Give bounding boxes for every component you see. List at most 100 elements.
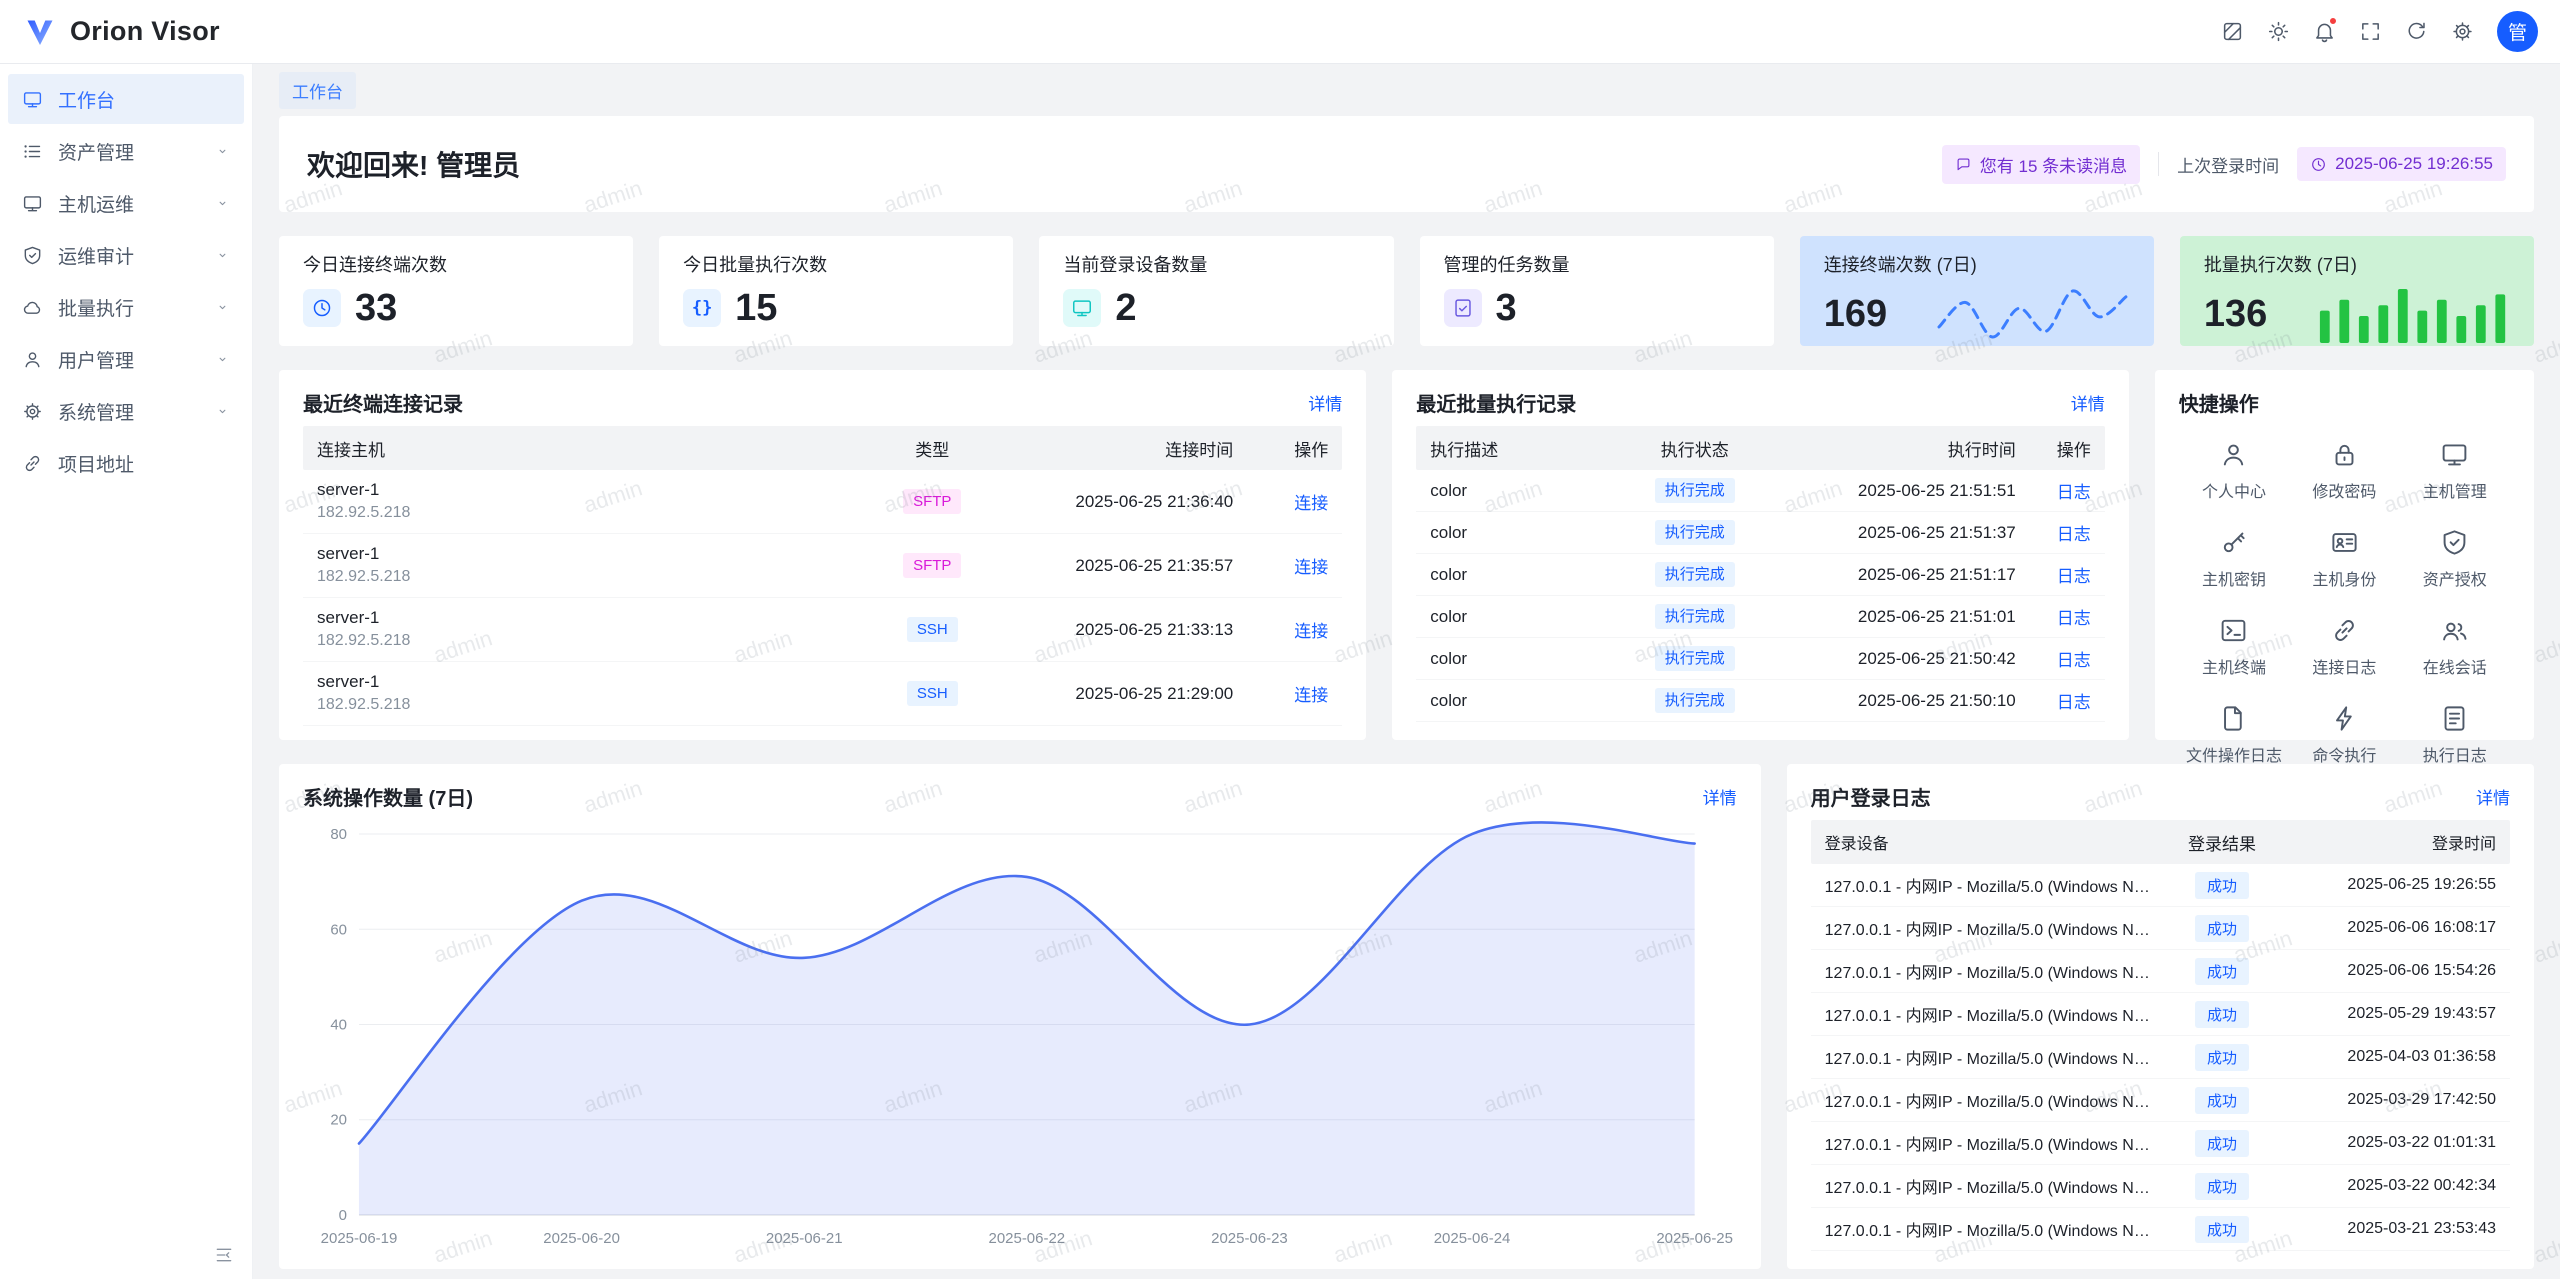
quick-action-host-key[interactable]: 主机密钥 (2179, 528, 2289, 590)
quick-action-file-operation-log[interactable]: 文件操作日志 (2179, 704, 2289, 766)
sidebar-item-project-url[interactable]: 项目地址 (8, 438, 244, 488)
stat-label: 当前登录设备数量 (1063, 251, 1369, 277)
fullscreen-icon[interactable] (2349, 11, 2391, 53)
detail-link[interactable]: 详情 (2071, 390, 2105, 415)
column-header: 登录时间 (2278, 830, 2510, 854)
exec-time: 2025-06-25 21:51:37 (1780, 523, 2030, 543)
cloud-icon (22, 297, 43, 318)
unread-messages-badge[interactable]: 您有 15 条未读消息 (1942, 145, 2140, 184)
spark-line-chart (1935, 285, 2130, 343)
login-device: 127.0.0.1 - 内网IP - Mozilla/5.0 (Windows … (1811, 1045, 2166, 1069)
stat-value: 136 (2204, 295, 2267, 333)
exec-description: color (1416, 607, 1610, 627)
login-result-badge: 成功 (2195, 1044, 2249, 1071)
login-time: 2025-05-29 19:43:57 (2278, 1005, 2510, 1023)
connect-link[interactable]: 连接 (1294, 622, 1328, 641)
log-link[interactable]: 日志 (2057, 693, 2091, 712)
login-time: 2025-03-29 17:42:50 (2278, 1091, 2510, 1109)
stat-label: 管理的任务数量 (1444, 251, 1750, 277)
detail-link[interactable]: 详情 (1703, 784, 1737, 809)
sidebar-item-workbench[interactable]: 工作台 (8, 74, 244, 124)
quick-action-host-management[interactable]: 主机管理 (2400, 440, 2510, 502)
quick-action-change-password[interactable]: 修改密码 (2289, 440, 2399, 502)
quick-action-execution-log[interactable]: 执行日志 (2400, 704, 2510, 766)
table-row: 127.0.0.1 - 内网IP - Mozilla/5.0 (Windows … (1811, 1036, 2510, 1079)
exec-description: color (1416, 691, 1610, 711)
card-title: 系统操作数量 (7日) (303, 782, 473, 811)
exec-time: 2025-06-25 21:50:42 (1780, 649, 2030, 669)
host-name: server-1 (317, 670, 858, 694)
stat-value: 33 (355, 289, 397, 327)
message-icon (1955, 156, 1972, 173)
avatar[interactable]: 管 (2497, 11, 2538, 52)
quick-action-command-execution[interactable]: 命令执行 (2289, 704, 2399, 766)
login-time: 2025-06-25 19:26:55 (2278, 876, 2510, 894)
quick-action-online-session[interactable]: 在线会话 (2400, 616, 2510, 678)
log-link[interactable]: 日志 (2057, 567, 2091, 586)
log-link[interactable]: 日志 (2057, 609, 2091, 628)
last-login-label: 上次登录时间 (2177, 152, 2279, 177)
svg-text:40: 40 (330, 1017, 347, 1034)
gear-icon[interactable] (2441, 11, 2483, 53)
table-row: 127.0.0.1 - 内网IP - Mozilla/5.0 (Windows … (1811, 1208, 2510, 1251)
area-chart: 0204060802025-06-192025-06-202025-06-212… (303, 818, 1737, 1253)
stat-card: 管理的任务数量 3 (1420, 236, 1774, 346)
log-link[interactable]: 日志 (2057, 651, 2091, 670)
svg-text:2025-06-21: 2025-06-21 (766, 1230, 843, 1247)
theme-icon[interactable] (2211, 11, 2253, 53)
spark-bars-chart (2315, 285, 2510, 343)
login-result-badge: 成功 (2195, 872, 2249, 899)
breadcrumb-item-workbench[interactable]: 工作台 (279, 72, 356, 109)
table-row: color 执行完成 2025-06-25 21:51:17 日志 (1416, 554, 2105, 596)
monitor-icon (22, 193, 43, 214)
breadcrumb: 工作台 (279, 64, 2534, 116)
svg-text:2025-06-22: 2025-06-22 (988, 1230, 1065, 1247)
sidebar-item-system-management[interactable]: 系统管理 (8, 386, 244, 436)
exec-time: 2025-06-25 21:50:10 (1780, 691, 2030, 711)
main-content: adminadminadminadminadminadminadminadmin… (253, 64, 2560, 1279)
quick-action-host-terminal[interactable]: 主机终端 (2179, 616, 2289, 678)
divider (2158, 152, 2159, 176)
login-result-badge: 成功 (2195, 1173, 2249, 1200)
log-link[interactable]: 日志 (2057, 525, 2091, 544)
clock-icon (2310, 156, 2327, 173)
idcard-icon (2330, 528, 2359, 557)
sun-icon[interactable] (2257, 11, 2299, 53)
sidebar-item-asset-management[interactable]: 资产管理 (8, 126, 244, 176)
quick-action-connection-log[interactable]: 连接日志 (2289, 616, 2399, 678)
login-time: 2025-04-03 01:36:58 (2278, 1048, 2510, 1066)
detail-link[interactable]: 详情 (2476, 784, 2510, 809)
detail-link[interactable]: 详情 (1308, 390, 1342, 415)
sidebar-item-ops-audit[interactable]: 运维审计 (8, 230, 244, 280)
quick-action-host-identity[interactable]: 主机身份 (2289, 528, 2399, 590)
gear-icon (22, 401, 43, 422)
users-icon (2440, 616, 2469, 645)
login-result-badge: 成功 (2195, 958, 2249, 985)
host-name: server-1 (317, 478, 858, 502)
shield-icon (22, 245, 43, 266)
monitor-icon (22, 89, 43, 110)
connect-link[interactable]: 连接 (1294, 558, 1328, 577)
connect-link[interactable]: 连接 (1294, 494, 1328, 513)
sidebar-collapse-icon[interactable] (214, 1245, 234, 1265)
quick-action-personal-center[interactable]: 个人中心 (2179, 440, 2289, 502)
middle-row: 最近终端连接记录 详情 连接主机类型连接时间操作 server-1182.92.… (279, 370, 2534, 740)
login-result-badge: 成功 (2195, 1087, 2249, 1114)
table-row: 127.0.0.1 - 内网IP - Mozilla/5.0 (Windows … (1811, 1122, 2510, 1165)
quick-action-asset-authorization[interactable]: 资产授权 (2400, 528, 2510, 590)
refresh-icon[interactable] (2395, 11, 2437, 53)
sidebar-item-batch-execution[interactable]: 批量执行 (8, 282, 244, 332)
bell-icon[interactable] (2303, 11, 2345, 53)
user-icon (22, 349, 43, 370)
sidebar-item-host-ops[interactable]: 主机运维 (8, 178, 244, 228)
exec-time: 2025-06-25 21:51:01 (1780, 607, 2030, 627)
quick-actions-grid: 个人中心 修改密码 主机管理 主机密钥 主机身份 资产授权 主机终端 连接日志 … (2179, 440, 2510, 766)
connect-link[interactable]: 连接 (1294, 686, 1328, 705)
status-badge: 执行完成 (1655, 688, 1735, 714)
sidebar-item-user-management[interactable]: 用户管理 (8, 334, 244, 384)
table-row: color 执行完成 2025-06-25 21:50:42 日志 (1416, 638, 2105, 680)
log-link[interactable]: 日志 (2057, 483, 2091, 502)
login-result-badge: 成功 (2195, 1130, 2249, 1157)
list-icon (22, 141, 43, 162)
chevron-down-icon (215, 352, 230, 367)
